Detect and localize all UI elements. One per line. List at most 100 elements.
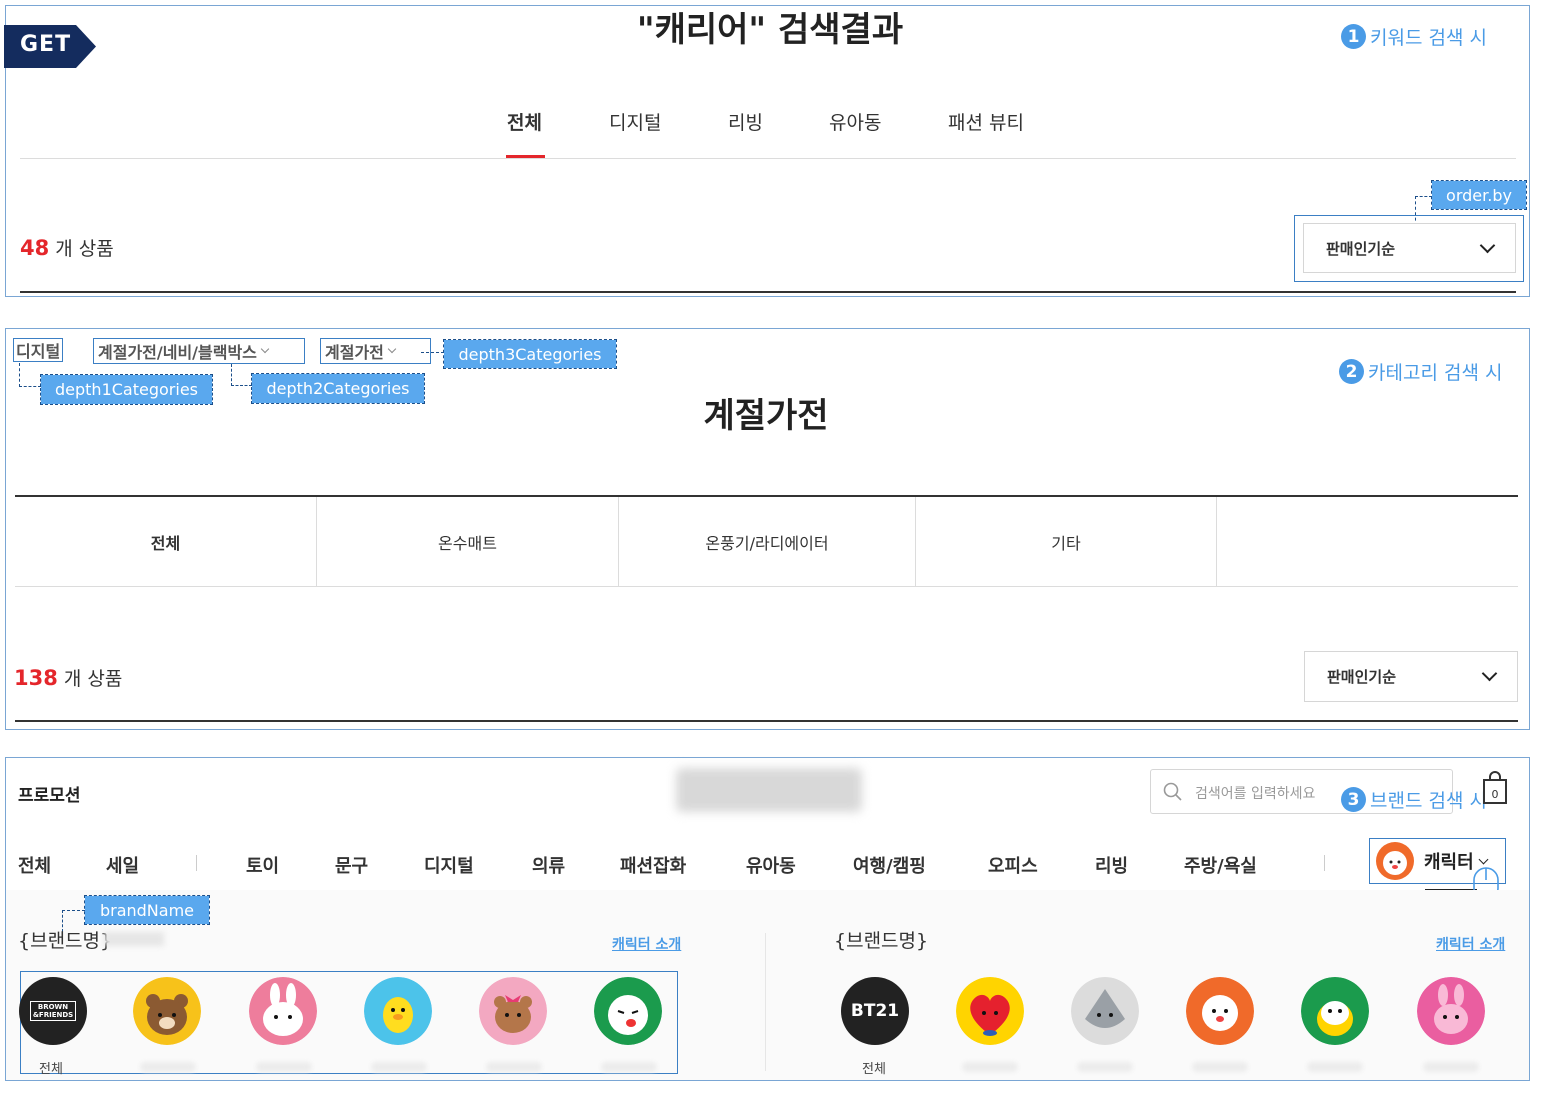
blurred-label	[140, 1062, 196, 1072]
nav-kids[interactable]: 유아동	[746, 852, 796, 878]
sort-dropdown-label: 판매인기순	[1327, 668, 1397, 686]
blurred-label	[962, 1062, 1018, 1072]
category-cell-heated-mat[interactable]: 온수매트	[317, 498, 618, 586]
bt21-logo-text: BT21	[850, 1001, 900, 1021]
blurred-label	[1192, 1062, 1248, 1072]
brand-all-label-right[interactable]: 전체	[862, 1058, 886, 1077]
dropdown-center-divider	[765, 933, 766, 1071]
promotion-label[interactable]: 프로모션	[18, 781, 81, 806]
note-label: 카테고리 검색 시	[1368, 362, 1503, 384]
depth3-categories-tag: depth3Categories	[443, 339, 617, 369]
bt21-logo-avatar[interactable]: BT21	[841, 977, 909, 1045]
nav-all[interactable]: 전체	[18, 852, 51, 878]
page-title: "캐리어" 검색결과	[636, 10, 904, 50]
brown-friends-logo-avatar[interactable]: BROWN &FRIENDS	[19, 977, 87, 1045]
category-table-top	[15, 495, 1518, 497]
nav-sale[interactable]: 세일	[106, 852, 139, 878]
blurred-label	[486, 1062, 542, 1072]
blurred-label	[601, 1062, 657, 1072]
chevron-down-icon	[1478, 854, 1489, 864]
note-label: 키워드 검색 시	[1370, 27, 1487, 49]
sally-chick-avatar[interactable]	[364, 977, 432, 1045]
product-count-label: 개 상품	[55, 238, 114, 260]
tata-heart-avatar[interactable]	[956, 977, 1024, 1045]
product-count: 138 개 상품	[14, 664, 122, 691]
breadcrumb-depth3[interactable]: 계절가전	[320, 338, 431, 364]
nav-living[interactable]: 리빙	[1095, 852, 1128, 878]
breadcrumb-depth1[interactable]: 디지털	[13, 338, 64, 362]
breadcrumb-depth2[interactable]: 계절가전/네비/블랙박스	[93, 338, 305, 364]
moon-character-avatar[interactable]	[594, 977, 662, 1045]
tab-digital[interactable]: 디지털	[609, 108, 661, 135]
get-badge-text: GET	[20, 32, 72, 57]
depth1-connector	[19, 363, 41, 387]
category-cell-heater[interactable]: 온풍기/라디에이터	[619, 498, 915, 586]
character-menu-label: 캐릭터	[1424, 852, 1474, 873]
character-intro-link-left[interactable]: 캐릭터 소개	[612, 934, 681, 954]
chevron-down-icon	[1479, 237, 1496, 253]
sort-dropdown[interactable]: 판매인기순	[1304, 651, 1518, 702]
tab-all[interactable]: 전체	[507, 108, 542, 135]
note-category-search: 2 카테고리 검색 시	[1339, 358, 1502, 385]
tab-divider	[20, 158, 1516, 159]
nav-travel-camping[interactable]: 여행/캠핑	[853, 852, 926, 878]
get-badge: GET	[4, 25, 96, 68]
tab-fashion-beauty[interactable]: 패션 뷰티	[948, 108, 1024, 135]
shopping-bag-icon[interactable]: 0	[1482, 771, 1508, 805]
depth2-connector	[231, 364, 252, 386]
blurred-label	[1077, 1062, 1133, 1072]
character-intro-link-right[interactable]: 캐릭터 소개	[1436, 934, 1505, 954]
breadcrumb-depth2-label: 계절가전/네비/블랙박스	[98, 343, 257, 362]
brand-all-label-left[interactable]: 전체	[39, 1058, 63, 1077]
van-robot-avatar[interactable]	[1071, 977, 1139, 1045]
svg-text:0: 0	[1492, 788, 1499, 801]
nav-office[interactable]: 오피스	[988, 852, 1038, 878]
note-number-badge: 1	[1341, 24, 1366, 49]
rj-alpaca-avatar[interactable]	[1186, 977, 1254, 1045]
note-brand-search: 3 브랜드 검색 시	[1341, 786, 1487, 813]
sort-dropdown[interactable]: 판매인기순	[1303, 223, 1516, 273]
product-count-label: 개 상품	[63, 668, 123, 690]
brandname-highlight-box	[20, 971, 678, 1074]
cooky-bunny-avatar[interactable]	[1417, 977, 1485, 1045]
tab-kids[interactable]: 유아동	[829, 108, 881, 135]
brandname-tag: brandName	[84, 895, 210, 925]
chevron-down-icon	[1481, 665, 1498, 682]
category-table-bottom	[15, 586, 1518, 587]
chevron-down-icon	[387, 344, 397, 354]
category-cell-divider	[1216, 497, 1217, 586]
blurred-logo	[676, 768, 862, 812]
nav-divider	[196, 855, 197, 871]
sort-dropdown-label: 판매인기순	[1326, 239, 1396, 258]
list-top-border	[15, 720, 1518, 722]
tab-living[interactable]: 리빙	[728, 108, 763, 135]
blurred-label	[1307, 1062, 1363, 1072]
brown-friends-logo-box: BROWN &FRIENDS	[30, 1001, 76, 1021]
nav-toy[interactable]: 토이	[246, 852, 279, 878]
category-title: 계절가전	[703, 396, 829, 436]
depth3-connector	[421, 352, 444, 353]
search-icon	[1163, 782, 1182, 801]
cony-rabbit-avatar[interactable]	[249, 977, 317, 1045]
brand-name-blur	[104, 932, 164, 946]
depth2-categories-tag: depth2Categories	[251, 373, 425, 404]
brand-name-left: {브랜드명}	[18, 930, 113, 952]
chimmy-puppy-avatar[interactable]	[1301, 977, 1369, 1045]
nav-digital[interactable]: 디지털	[424, 852, 474, 878]
nav-kitchen-bath[interactable]: 주방/욕실	[1184, 852, 1257, 878]
note-keyword-search: 1 키워드 검색 시	[1341, 23, 1487, 50]
search-placeholder: 검색어를 입력하세요	[1195, 786, 1316, 802]
nav-clothing[interactable]: 의류	[532, 852, 565, 878]
choco-bear-avatar[interactable]	[479, 977, 547, 1045]
brown-bear-avatar[interactable]	[133, 977, 201, 1045]
nav-stationery[interactable]: 문구	[335, 852, 368, 878]
blurred-label	[1423, 1062, 1479, 1072]
category-cell-etc[interactable]: 기타	[916, 498, 1216, 586]
character-avatar-icon	[1376, 842, 1414, 880]
nav-fashion-goods[interactable]: 패션잡화	[620, 852, 686, 878]
note-label: 브랜드 검색 시	[1370, 790, 1487, 812]
depth1-categories-tag: depth1Categories	[40, 374, 213, 405]
nav-divider	[1324, 855, 1325, 871]
breadcrumb-depth1-label: 디지털	[16, 342, 61, 361]
category-cell-all[interactable]: 전체	[15, 498, 316, 586]
